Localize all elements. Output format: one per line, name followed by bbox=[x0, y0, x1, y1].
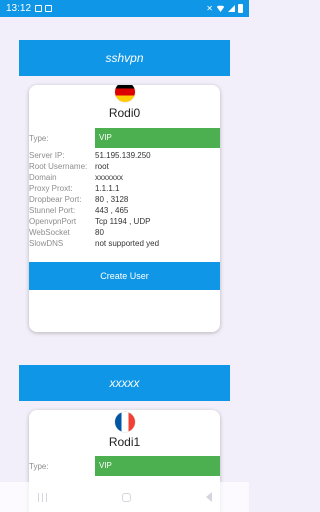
wifi-icon bbox=[216, 5, 225, 12]
type-label: Type: bbox=[29, 134, 49, 143]
field-label: Dropbear Port: bbox=[29, 195, 82, 204]
battery-icon bbox=[238, 4, 243, 13]
field-label: Server IP: bbox=[29, 151, 65, 160]
type-row: Type: VIP bbox=[29, 128, 220, 148]
create-user-button[interactable]: Create User bbox=[29, 262, 220, 290]
field-label: Root Username: bbox=[29, 162, 88, 171]
back-icon[interactable] bbox=[205, 492, 212, 502]
server-name: Rodi0 bbox=[108, 106, 141, 120]
server-group-header: xxxxx bbox=[19, 365, 230, 401]
france-flag-icon bbox=[115, 412, 135, 432]
signal-icon bbox=[228, 5, 235, 12]
field-row: Server IP: 51.195.139.250 bbox=[29, 150, 220, 161]
server-group-header: sshvpn bbox=[19, 40, 230, 76]
field-row: WebSocket 80 bbox=[29, 227, 220, 238]
server-card: Rodi0 Type: VIP Server IP: 51.195.139.25… bbox=[29, 85, 220, 332]
field-label: Stunnel Port: bbox=[29, 206, 76, 215]
field-label: SlowDNS bbox=[29, 239, 64, 248]
field-value: 80 bbox=[95, 228, 104, 237]
field-value: Tcp 1194 , UDP bbox=[95, 217, 151, 226]
server-name: Rodi1 bbox=[108, 435, 141, 449]
field-value: 80 , 3128 bbox=[95, 195, 129, 204]
recents-icon[interactable] bbox=[37, 492, 47, 502]
field-label: Domain bbox=[29, 173, 57, 182]
field-row: SlowDNS not supported yed bbox=[29, 238, 220, 249]
type-row: Type: VIP bbox=[29, 456, 220, 476]
mute-icon: ✕ bbox=[206, 4, 213, 13]
field-row: OpenvpnPort Tcp 1194 , UDP bbox=[29, 216, 220, 227]
gallery-icon bbox=[45, 5, 53, 12]
field-row: Stunnel Port: 443 , 465 bbox=[29, 205, 220, 216]
field-value: root bbox=[95, 162, 109, 171]
field-value: not supported yed bbox=[95, 239, 160, 248]
status-bar: 13:12 ✕ bbox=[0, 0, 249, 17]
field-row: Dropbear Port: 80 , 3128 bbox=[29, 194, 220, 205]
field-label: OpenvpnPort bbox=[29, 217, 77, 226]
type-badge: VIP bbox=[95, 456, 220, 476]
type-label: Type: bbox=[29, 462, 49, 471]
field-row: Domain xxxxxxx bbox=[29, 172, 220, 183]
field-value: 443 , 465 bbox=[95, 206, 129, 215]
home-icon[interactable] bbox=[121, 492, 131, 502]
germany-flag-icon bbox=[115, 85, 135, 102]
type-badge: VIP bbox=[95, 128, 220, 148]
field-label: Proxy Proxt: bbox=[29, 184, 73, 193]
field-value: xxxxxxx bbox=[95, 173, 123, 182]
field-value: 1.1.1.1 bbox=[95, 184, 120, 193]
field-value: 51.195.139.250 bbox=[95, 151, 151, 160]
status-time: 13:12 bbox=[6, 3, 32, 14]
field-label: WebSocket bbox=[29, 228, 70, 237]
navigation-bar bbox=[0, 482, 249, 512]
notification-icon bbox=[35, 5, 43, 12]
field-row: Root Username: root bbox=[29, 161, 220, 172]
field-row: Proxy Proxt: 1.1.1.1 bbox=[29, 183, 220, 194]
